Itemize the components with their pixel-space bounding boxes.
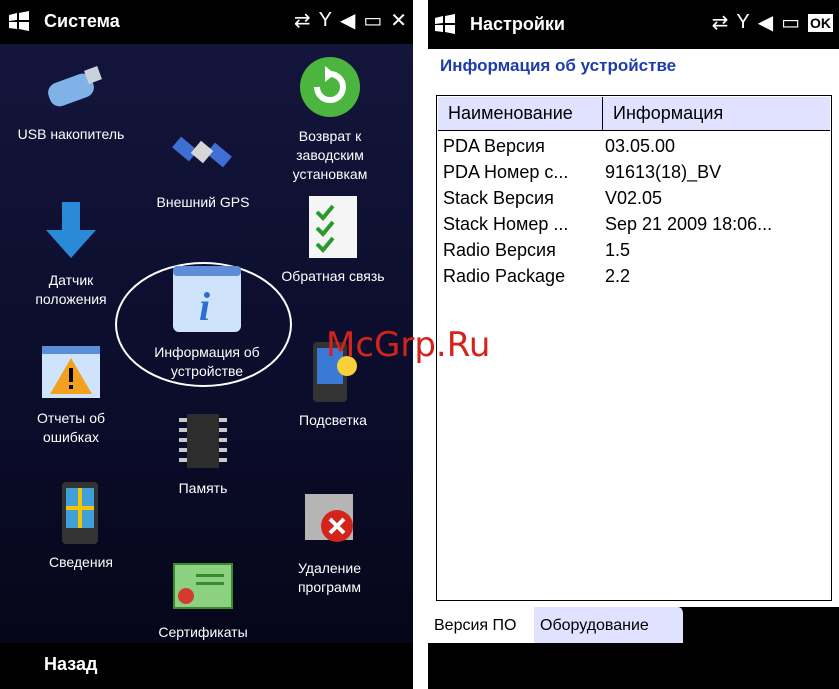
certificate-icon — [173, 563, 233, 609]
sync-icon[interactable]: ⇄ — [712, 10, 729, 35]
tile-label: Внешний GPS — [156, 194, 250, 210]
usb-drive-icon — [48, 66, 102, 107]
tile-label: Возврат к заводским установкам — [292, 128, 368, 182]
svg-text:i: i — [199, 284, 210, 329]
tile-device-info[interactable]: i Информация об устройстве — [142, 262, 272, 381]
down-arrow-icon — [46, 202, 96, 258]
tile-factory-reset[interactable]: Возврат к заводским установкам — [275, 52, 385, 184]
tile-label: Удаление программ — [297, 560, 362, 595]
back-button[interactable]: Назад — [44, 654, 97, 675]
tile-gps[interactable]: Внешний GPS — [148, 118, 258, 212]
tile-label: Память — [178, 480, 228, 496]
tab-hardware[interactable]: Оборудование — [534, 607, 684, 643]
tile-label: Подсветка — [299, 412, 367, 428]
remove-program-icon — [304, 494, 353, 542]
windows-start-icon[interactable] — [434, 14, 456, 34]
memory-chip-icon — [179, 414, 227, 468]
table-row[interactable]: Radio Package 2.2 — [443, 266, 630, 287]
info-table: Наименование Информация PDA Версия 03.05.… — [436, 95, 832, 601]
status-bar: Настройки ⇄ Y ◀ ▭ OK — [428, 0, 839, 49]
signal-icon[interactable]: Y — [319, 9, 332, 32]
tile-certificates[interactable]: Сертификаты — [148, 556, 258, 642]
tile-label: Отчеты об ошибках — [36, 410, 106, 445]
table-row[interactable]: Radio Версия 1.5 — [443, 240, 630, 261]
page-title: Информация об устройстве — [440, 56, 677, 75]
table-row[interactable]: Stack Номер ... Sep 21 2009 18:06... — [443, 214, 772, 235]
tile-memory[interactable]: Память — [148, 408, 258, 498]
restore-icon — [300, 57, 360, 117]
close-icon[interactable]: ✕ — [390, 8, 407, 33]
status-icons: ⇄ Y ◀ ▭ OK — [712, 10, 833, 35]
battery-icon[interactable]: ▭ — [781, 10, 800, 35]
ok-button[interactable]: OK — [808, 13, 833, 32]
warning-icon — [42, 346, 100, 398]
softkey-bar: Назад — [0, 643, 413, 689]
tile-label: USB накопитель — [17, 126, 125, 142]
table-row[interactable]: Stack Версия V02.05 — [443, 188, 662, 209]
column-header-info[interactable]: Информация — [603, 97, 733, 130]
tile-orientation[interactable]: Датчик положения — [16, 196, 126, 309]
battery-icon[interactable]: ▭ — [363, 8, 382, 33]
table-row[interactable]: PDA Номер с... 91613(18)_BV — [443, 162, 721, 183]
tile-label: Обратная связь — [281, 268, 385, 284]
status-bar: Система ⇄ Y ◀ ▭ ✕ — [0, 0, 413, 44]
tile-uninstall[interactable]: Удаление программ — [272, 484, 387, 597]
speaker-icon[interactable]: ◀ — [340, 8, 355, 33]
tile-about[interactable]: Сведения — [26, 478, 136, 572]
info-icon: i — [173, 266, 241, 332]
tile-label: Сертификаты — [158, 624, 248, 640]
tile-label: Сведения — [49, 554, 113, 570]
tile-feedback[interactable]: Обратная связь — [268, 192, 398, 286]
table-header: Наименование Информация — [438, 97, 830, 131]
screen-title: Настройки — [470, 14, 565, 34]
column-header-name[interactable]: Наименование — [438, 97, 603, 130]
device-icon — [62, 482, 98, 544]
tab-software-version[interactable]: Версия ПО — [428, 607, 534, 643]
sync-icon[interactable]: ⇄ — [294, 8, 311, 33]
status-icons: ⇄ Y ◀ ▭ ✕ — [294, 8, 407, 33]
speaker-icon[interactable]: ◀ — [758, 10, 773, 35]
tile-label: Информация об устройстве — [154, 344, 260, 379]
checklist-icon — [309, 196, 357, 258]
tab-bar: Версия ПО Оборудование — [428, 607, 839, 689]
table-row[interactable]: PDA Версия 03.05.00 — [443, 136, 675, 157]
tile-usb[interactable]: USB накопитель — [16, 60, 126, 144]
watermark: McGrp.Ru — [326, 325, 491, 365]
signal-icon[interactable]: Y — [736, 11, 749, 34]
screen-title: Система — [44, 11, 120, 31]
tile-label: Датчик положения — [35, 272, 107, 307]
windows-start-icon[interactable] — [8, 11, 30, 31]
tile-error-reports[interactable]: Отчеты об ошибках — [16, 338, 126, 447]
satellite-icon — [172, 136, 232, 168]
